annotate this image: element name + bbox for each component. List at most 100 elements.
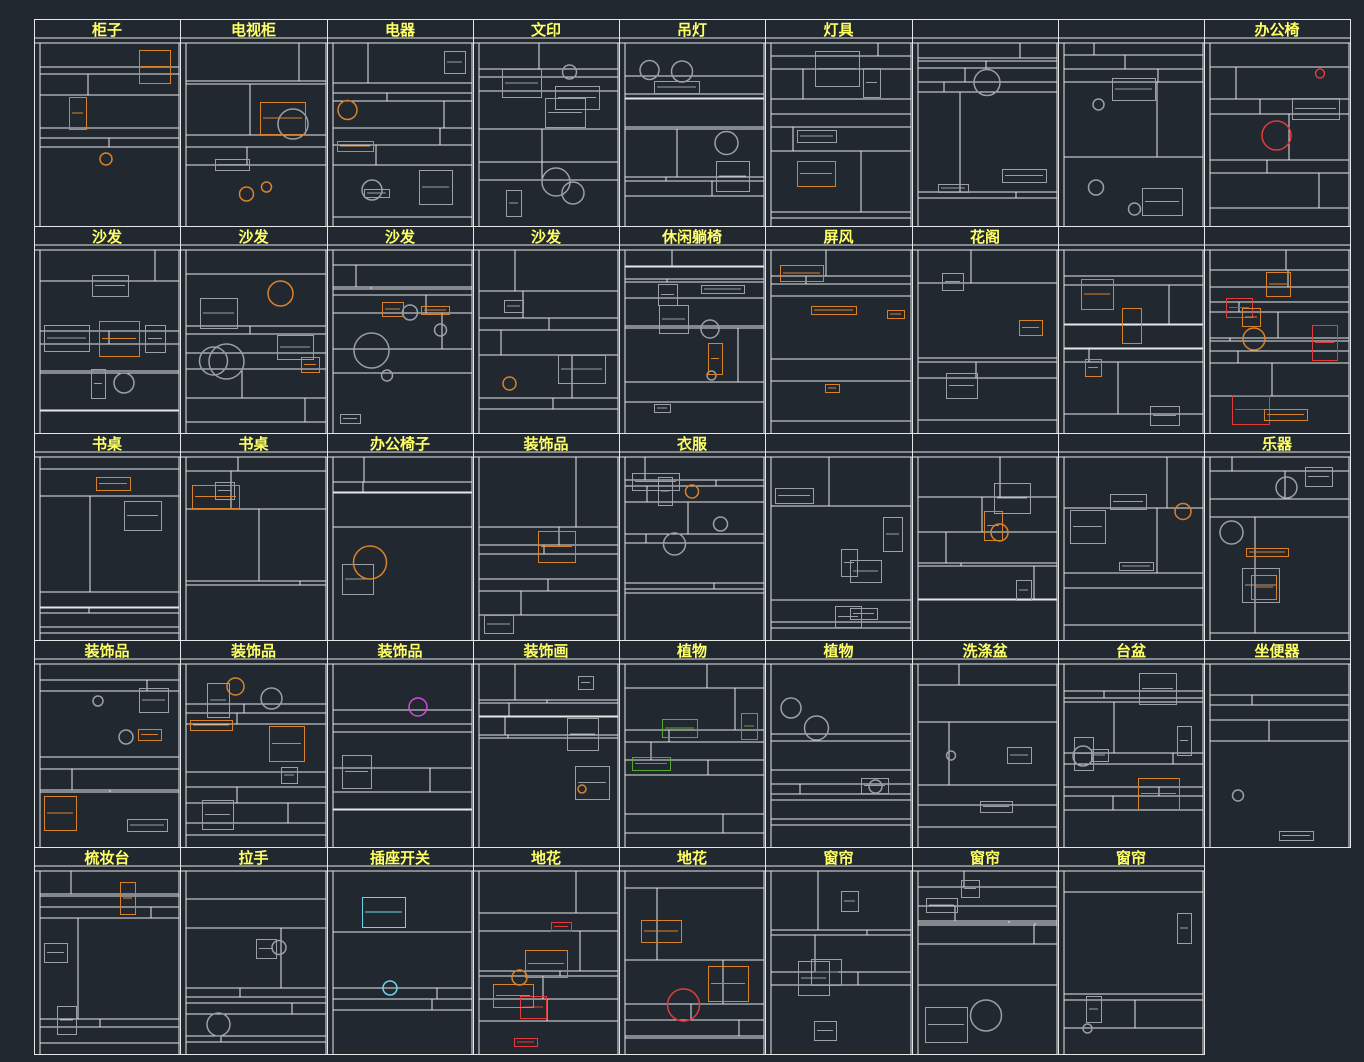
category-title: 植物 [823, 642, 853, 660]
block-thumbnail [238, 186, 255, 202]
block-thumbnail [714, 130, 739, 156]
block-thumbnail [208, 343, 245, 380]
cell-frame [1058, 640, 1205, 848]
category-title: 柜子 [91, 21, 122, 39]
block-thumbnail [118, 729, 134, 745]
block-thumbnail [1219, 520, 1244, 545]
cell-frame [912, 226, 1059, 434]
block-thumbnail [380, 369, 394, 382]
cell-frame [34, 640, 181, 848]
block-thumbnail [433, 323, 448, 337]
cell-frame [765, 640, 913, 848]
cell-frame [912, 847, 1059, 1055]
cell-frame [1204, 433, 1351, 641]
category-title: 装饰品 [522, 435, 568, 453]
category-title: 装饰品 [83, 642, 129, 660]
cell-frame [765, 226, 913, 434]
block-thumbnail [271, 939, 287, 956]
category-title: 植物 [677, 642, 707, 660]
category-title: 办公椅 [1254, 21, 1299, 39]
category-title: 衣服 [677, 435, 708, 453]
cell-frame [912, 19, 1059, 227]
block-thumbnail [260, 181, 273, 193]
block-thumbnail [352, 545, 388, 580]
block-thumbnail [408, 697, 428, 717]
cad-block-catalog-sheet: 柜子 电视柜 电器 文印 吊灯 灯具 办公椅沙发 沙发 沙发 沙发 休闲躺椅 屏风 花阁书桌 书桌 办公椅子… [34, 19, 1351, 1055]
cell-frame [765, 19, 913, 227]
category-title: 拉手 [238, 849, 268, 867]
cell-frame [327, 847, 474, 1055]
cell-frame [912, 640, 1059, 848]
cell-frame [34, 847, 181, 1055]
category-title: 沙发 [385, 228, 416, 246]
block-thumbnail [1261, 120, 1292, 151]
cell-frame [327, 19, 474, 227]
cell-frame [619, 433, 766, 641]
block-thumbnails [44, 50, 1340, 1047]
category-title: 文印 [531, 21, 561, 39]
block-thumbnail [803, 715, 830, 741]
block-thumbnail [353, 332, 390, 369]
category-title: 花阁 [970, 228, 1000, 246]
block-thumbnail [206, 1012, 231, 1037]
block-thumbnail [712, 516, 729, 532]
block-thumbnail [1127, 202, 1142, 216]
category-title: 屏风 [823, 228, 853, 246]
category-title: 灯具 [823, 21, 853, 39]
cell-frame [327, 640, 474, 848]
block-thumbnail [541, 167, 571, 197]
block-thumbnail [502, 376, 517, 391]
category-title: 插座开关 [370, 849, 430, 867]
category-titles: 柜子 电视柜 电器 文印 吊灯 灯具 办公椅沙发 沙发 沙发 沙发 休闲躺椅 屏风 花阁书桌 书桌 办公椅子… [83, 21, 1300, 867]
category-title: 书桌 [238, 435, 269, 453]
block-thumbnail [1231, 789, 1245, 802]
block-thumbnail [868, 779, 883, 794]
block-thumbnail [267, 280, 294, 307]
block-thumbnail [577, 784, 587, 794]
cell-frame [619, 640, 766, 848]
category-title: 窗帘 [823, 849, 853, 867]
block-thumbnail [1174, 502, 1192, 521]
block-thumbnail [1275, 476, 1298, 499]
cell-frame [473, 19, 620, 227]
block-thumbnail [511, 969, 528, 986]
cell-frame [327, 433, 474, 641]
category-title: 地花 [677, 849, 707, 867]
cell-frame [473, 433, 620, 641]
block-thumbnail [1087, 179, 1105, 196]
block-thumbnail [99, 152, 113, 166]
block-thumbnail [639, 59, 660, 81]
category-title: 梳妆台 [84, 849, 129, 867]
block-thumbnail [1072, 745, 1094, 767]
category-title: 电器 [385, 21, 416, 39]
block-thumbnail [662, 532, 687, 556]
category-title: 书桌 [92, 435, 123, 453]
block-thumbnail [260, 687, 283, 710]
cell-frame [765, 433, 913, 641]
block-thumbnail [670, 60, 694, 83]
category-title: 休闲躺椅 [661, 228, 722, 246]
category-title: 装饰品 [376, 642, 422, 660]
block-thumbnail [969, 999, 1003, 1032]
category-title: 台盆 [1116, 642, 1147, 660]
block-thumbnail [113, 372, 135, 394]
block-thumbnail [92, 695, 104, 707]
block-thumbnail [684, 484, 700, 499]
catalog-grid-lines [34, 19, 1351, 1055]
category-title: 沙发 [531, 228, 562, 246]
category-title: 办公椅子 [370, 435, 430, 453]
category-title: 吊灯 [677, 21, 707, 39]
category-title: 窗帘 [1116, 849, 1146, 867]
cell-frame [327, 226, 474, 434]
cell-frame [34, 433, 181, 641]
category-title: 洗涤盆 [962, 642, 1008, 660]
cell-frame [912, 433, 1059, 641]
cell-frame [1204, 640, 1351, 848]
block-thumbnail [337, 99, 358, 121]
block-thumbnail [1242, 327, 1266, 351]
cell-frame [180, 433, 328, 641]
cell-frame [765, 847, 913, 1055]
cell-frame [619, 19, 766, 227]
block-thumbnail [666, 988, 701, 1022]
category-title: 装饰画 [522, 642, 568, 660]
